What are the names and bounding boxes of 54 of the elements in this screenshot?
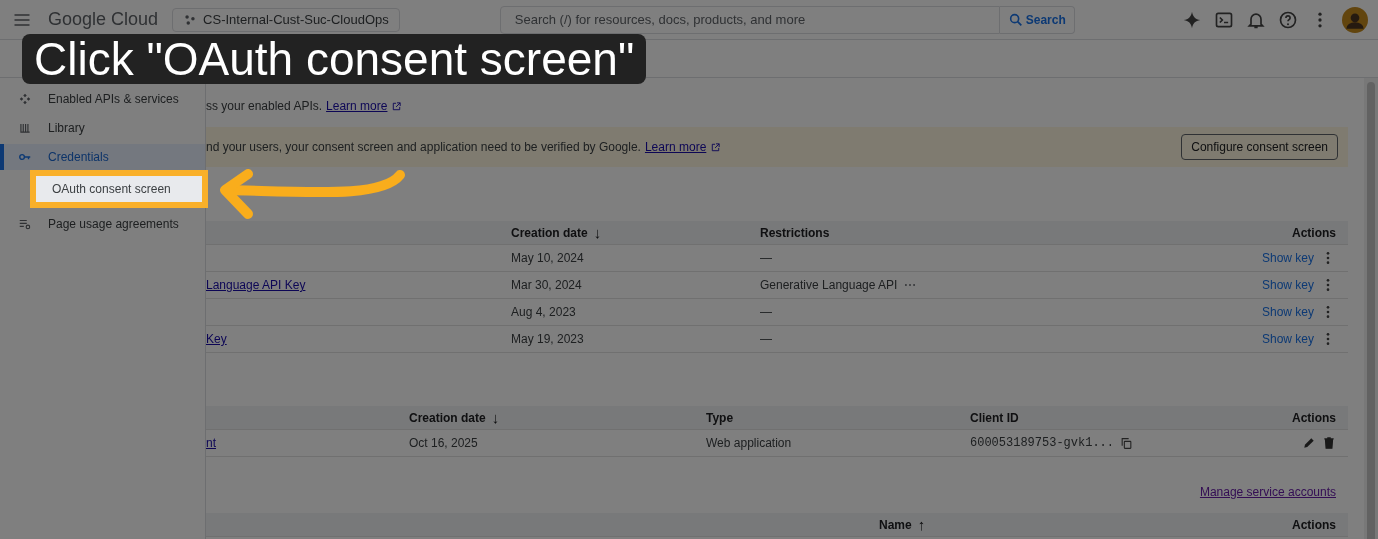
- show-key-link[interactable]: Show key: [1261, 278, 1314, 292]
- instruction-callout: Click "OAuth consent screen": [22, 34, 647, 84]
- sort-arrow[interactable]: ↓: [593, 224, 602, 241]
- logo[interactable]: Google Cloud: [48, 9, 159, 30]
- column-header[interactable]: Restrictions: [760, 225, 830, 240]
- help-icon[interactable]: [1278, 9, 1298, 30]
- table-cell: —: [760, 305, 772, 319]
- client-id: 600053189753-gvk1...: [970, 436, 1115, 450]
- table-cell: Web application: [706, 436, 792, 450]
- show-key-link[interactable]: Show key: [1261, 332, 1314, 346]
- column-header[interactable]: Client ID: [970, 410, 1019, 425]
- search-field[interactable]: Search (/) for resources, docs, products, and more: [499, 5, 1000, 34]
- avatar[interactable]: [1342, 6, 1368, 33]
- sort-arrow[interactable]: ↓: [491, 409, 500, 426]
- library-icon: [18, 121, 32, 135]
- table-cell: May 19, 2023: [511, 332, 584, 346]
- learn-more-link[interactable]: Learn more: [326, 99, 388, 113]
- search-button[interactable]: Search: [999, 5, 1075, 34]
- agreements-icon: [18, 217, 32, 231]
- column-header[interactable]: Creation date: [409, 410, 486, 425]
- show-key-link[interactable]: Show key: [1261, 305, 1314, 319]
- copy-icon[interactable]: [1120, 436, 1134, 450]
- manage-service-accounts-link[interactable]: Manage service accounts: [1199, 485, 1336, 505]
- notice-text: nd your users, your consent screen and application need to be verified by Google.: [206, 140, 641, 154]
- project-picker[interactable]: CS-Internal-Cust-Suc-CloudOps: [172, 7, 400, 32]
- api-icon: [18, 92, 32, 106]
- table-cell: May 10, 2024: [511, 251, 584, 265]
- table-cell: Generative Language API: [760, 278, 898, 292]
- external-link-icon: [710, 141, 722, 153]
- edit-icon[interactable]: [1302, 436, 1316, 450]
- table-cell: —: [760, 251, 772, 265]
- info-text: ss your enabled APIs.: [206, 99, 323, 113]
- learn-more-link[interactable]: Learn more: [644, 140, 707, 154]
- external-link-icon: [391, 100, 403, 112]
- sidebar-item[interactable]: Credentials: [0, 144, 205, 170]
- table-cell: —: [760, 332, 772, 346]
- delete-icon[interactable]: [1322, 436, 1336, 450]
- key-name-link[interactable]: Key: [206, 332, 227, 346]
- column-header[interactable]: Type: [706, 410, 734, 425]
- column-header[interactable]: Actions: [1292, 225, 1336, 240]
- show-key-link[interactable]: Show key: [1261, 251, 1314, 265]
- column-header[interactable]: Actions: [1292, 410, 1336, 425]
- search-icon: [1007, 11, 1024, 28]
- key-name-link[interactable]: Language API Key: [206, 278, 306, 292]
- column-header[interactable]: Actions: [1292, 517, 1336, 532]
- hub-icon: [183, 12, 198, 27]
- client-name-link[interactable]: nt: [206, 436, 216, 450]
- table-cell: Mar 30, 2024: [511, 278, 582, 292]
- column-header[interactable]: Creation date: [511, 225, 588, 240]
- sort-arrow[interactable]: ↑: [917, 516, 926, 533]
- configure-consent-button[interactable]: Configure consent screen: [1181, 134, 1338, 160]
- table-cell: Oct 16, 2025: [409, 436, 478, 450]
- column-header[interactable]: Name: [879, 517, 912, 532]
- table-cell: Aug 4, 2023: [511, 305, 576, 319]
